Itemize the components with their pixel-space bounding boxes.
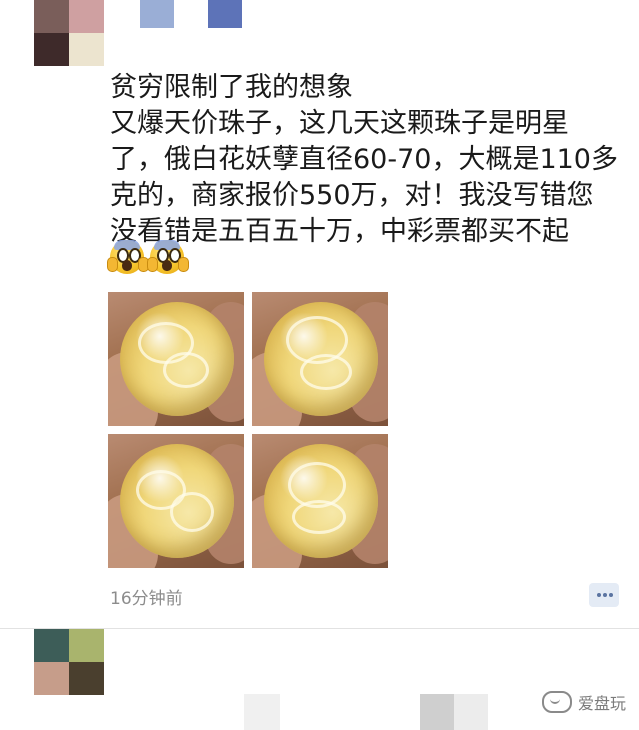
avatar-pixel [69, 33, 104, 66]
amber-bead-photo-2[interactable] [252, 292, 388, 426]
blurred-content [454, 694, 488, 730]
blurred-content [244, 694, 280, 730]
amber-bead-photo-1[interactable] [108, 292, 244, 426]
post-line: 克的，商家报价550万，对！我没写错您 [110, 180, 594, 211]
avatar-pixel [69, 0, 104, 33]
post-line: 没看错是五百五十万，中彩票都买不起 [110, 216, 569, 247]
scream-emoji-icon [107, 240, 149, 274]
watermark: 爱盘玩 [542, 690, 626, 714]
post-line: 贫穷限制了我的想象 [110, 72, 353, 103]
post-timestamp: 16分钟前 [110, 589, 183, 609]
amber-bead-photo-3[interactable] [108, 434, 244, 568]
post-line: 又爆天价珠子，这几天这颗珠子是明星 [110, 108, 569, 139]
avatar-pixel [34, 629, 69, 662]
avatar-pixel [34, 0, 69, 33]
watermark-text: 爱盘玩 [578, 694, 627, 713]
comment-button[interactable] [589, 583, 619, 607]
post-line: 了，俄白花妖孽直径60-70，大概是110多 [110, 144, 618, 175]
comment-dot [609, 593, 613, 597]
blurred-content [420, 694, 454, 730]
post-text: 贫穷限制了我的想象 又爆天价珠子，这几天这颗珠子是明星 了，俄白花妖孽直径60-… [110, 70, 630, 250]
comment-dots-icon [597, 593, 601, 597]
top-user-avatar[interactable] [34, 0, 104, 66]
name-pixel [208, 0, 242, 28]
scream-emoji-icon [147, 240, 189, 274]
next-user-avatar[interactable] [34, 629, 104, 695]
comment-dot [603, 593, 607, 597]
avatar-pixel [69, 629, 104, 662]
wechat-official-account-icon [542, 691, 572, 713]
name-pixel [140, 0, 174, 28]
avatar-pixel [69, 662, 104, 695]
avatar-pixel [34, 662, 69, 695]
top-user-name[interactable] [110, 0, 250, 28]
amber-bead-photo-4[interactable] [252, 434, 388, 568]
avatar-pixel [34, 33, 69, 66]
